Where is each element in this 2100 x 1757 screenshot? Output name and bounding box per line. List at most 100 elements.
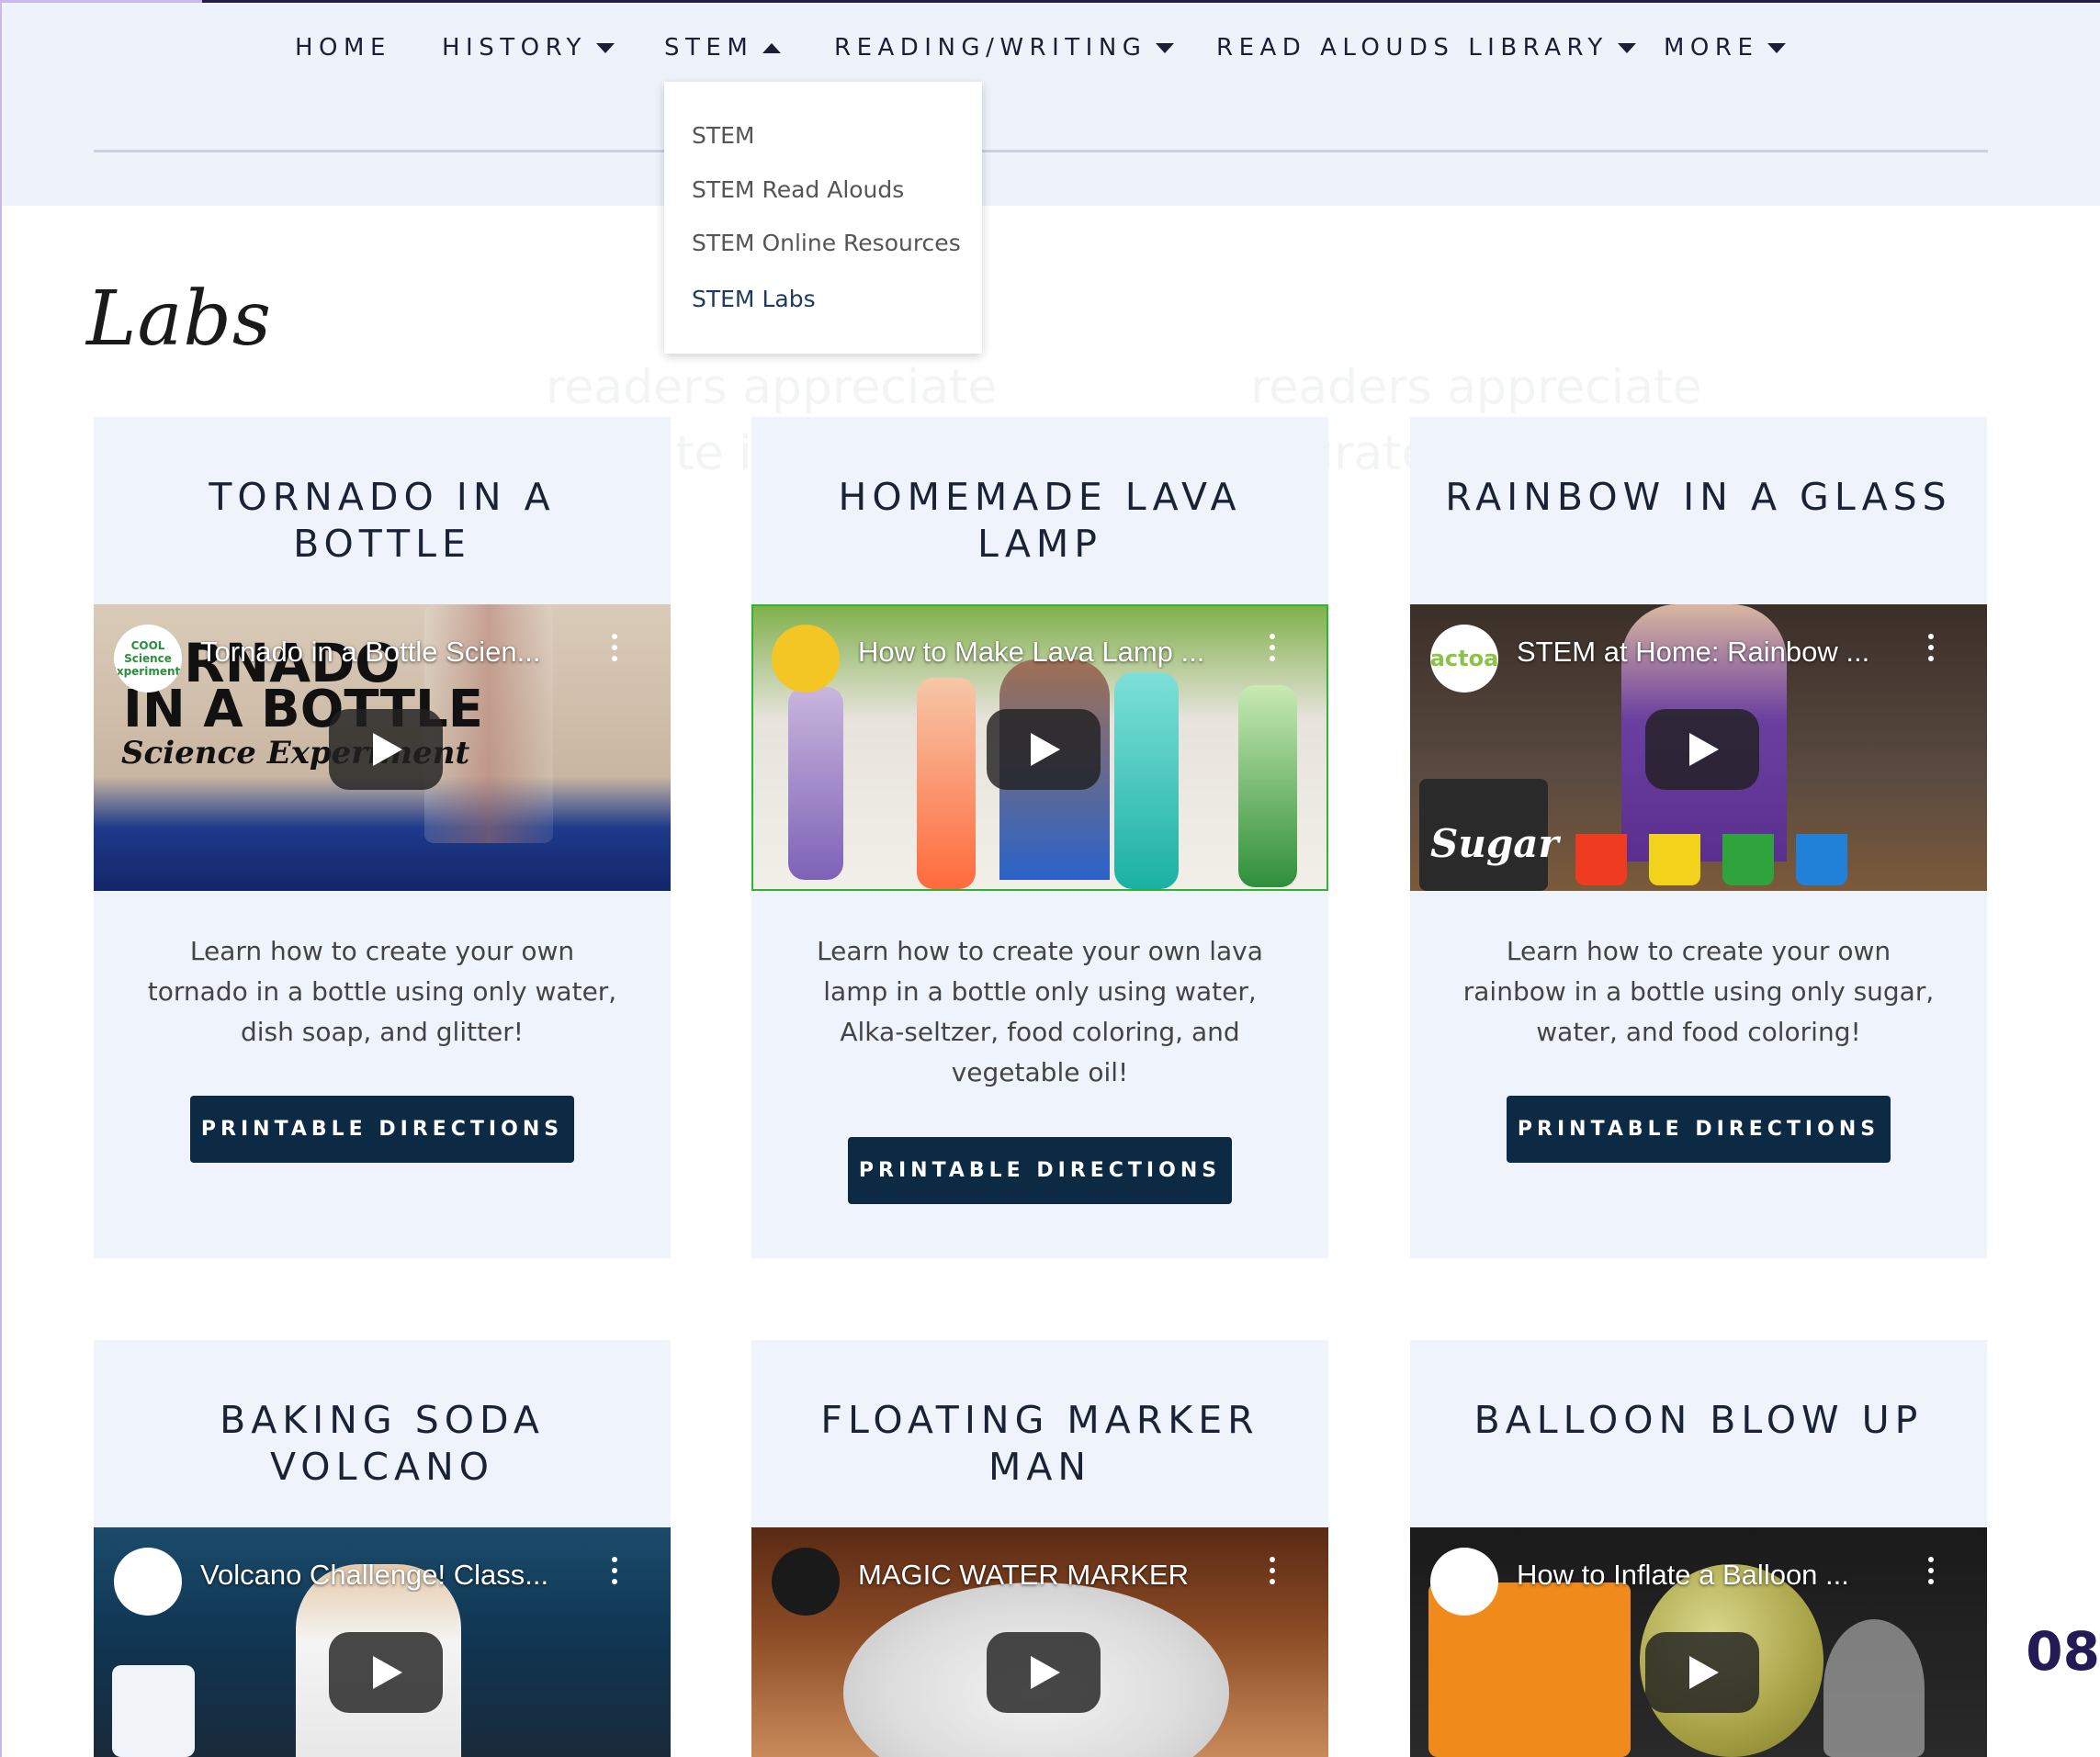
top-border-accent: [0, 0, 202, 3]
video-title[interactable]: Tornado in a Bottle Scien...: [200, 636, 586, 669]
card-title: FLOATING MARKER MAN: [751, 1397, 1328, 1491]
video-embed[interactable]: How to Inflate a Balloon ...: [1410, 1527, 1987, 1757]
channel-avatar[interactable]: actoa: [1430, 625, 1498, 693]
card-title-line: BALLOON BLOW UP: [1473, 1398, 1924, 1442]
card-title-line: HOMEMADE LAVA: [838, 475, 1242, 519]
card-description-line: Learn how to create your own lava: [817, 936, 1263, 966]
channel-avatar[interactable]: [1430, 1548, 1498, 1616]
video-embed[interactable]: Volcano Challenge! Class...: [94, 1527, 671, 1757]
lab-card-marker-man: FLOATING MARKER MAN MAGIC WATER MARKER: [751, 1340, 1328, 1757]
more-vert-icon[interactable]: [612, 1557, 617, 1584]
video-embed[interactable]: Sugar actoa STEM at Home: Rainbow ...: [1410, 604, 1987, 891]
printable-directions-button[interactable]: PRINTABLE DIRECTIONS: [848, 1137, 1232, 1204]
more-vert-icon[interactable]: [612, 634, 617, 661]
video-title[interactable]: STEM at Home: Rainbow ...: [1517, 636, 1902, 669]
bottle-image: [917, 678, 976, 889]
card-description-line: rainbow in a bottle using only sugar,: [1462, 976, 1935, 1007]
card-title-line: VOLCANO: [269, 1445, 495, 1489]
card-description-line: tornado in a bottle using only water,: [147, 976, 617, 1007]
top-border: [0, 0, 2100, 3]
nav-more[interactable]: MORE: [1664, 26, 1787, 70]
ghost-text: readers appreciate: [546, 360, 998, 415]
play-button[interactable]: [1645, 1632, 1759, 1713]
caret-down-icon: [1156, 42, 1175, 53]
play-button[interactable]: [329, 1632, 443, 1713]
card-title: HOMEMADE LAVA LAMP: [751, 474, 1328, 568]
more-vert-icon[interactable]: [1270, 1557, 1275, 1584]
nav-stem-label: STEM: [664, 34, 754, 62]
more-vert-icon[interactable]: [1928, 634, 1934, 661]
channel-avatar[interactable]: COOL Science Experiments: [114, 625, 182, 693]
dropdown-item-stem-read-alouds[interactable]: STEM Read Alouds: [692, 176, 904, 203]
card-title-line: TORNADO IN A: [209, 475, 556, 519]
lab-card-rainbow: RAINBOW IN A GLASS Sugar actoa STEM at H…: [1410, 417, 1987, 1258]
page-title: Labs: [86, 276, 272, 363]
video-embed[interactable]: MAGIC WATER MARKER: [751, 1527, 1328, 1757]
nav-read-alouds-library[interactable]: READ ALOUDS LIBRARY: [1216, 26, 1636, 70]
lab-card-balloon: BALLOON BLOW UP How to Inflate a Balloon…: [1410, 1340, 1987, 1757]
nav-home[interactable]: HOME: [295, 26, 391, 70]
nav-read-alouds-library-label: READ ALOUDS LIBRARY: [1216, 34, 1609, 62]
bottle-image: [788, 687, 843, 880]
card-description-line: lamp in a bottle only using water,: [823, 976, 1257, 1007]
dropdown-item-stem-online-resources[interactable]: STEM Online Resources: [692, 230, 961, 256]
channel-name: COOL Science Experiments: [114, 639, 182, 678]
channel-avatar[interactable]: [772, 1548, 840, 1616]
more-vert-icon[interactable]: [1270, 634, 1275, 661]
bottle-image: [1823, 1619, 1925, 1757]
caret-down-icon: [595, 42, 615, 53]
left-border: [0, 0, 2, 1757]
card-description-line: Learn how to create your own: [189, 936, 575, 966]
nav-stem[interactable]: STEM: [664, 26, 782, 70]
play-button[interactable]: [329, 709, 443, 790]
video-overlay-text: Sugar: [1430, 821, 1559, 866]
page-number: 08: [2026, 1620, 2100, 1683]
channel-avatar[interactable]: [772, 625, 840, 693]
cup-image: [1649, 834, 1700, 885]
play-button[interactable]: [987, 709, 1101, 790]
dropdown-item-stem-labs[interactable]: STEM Labs: [692, 286, 816, 312]
card-title-line: LAMP: [977, 522, 1102, 566]
more-vert-icon[interactable]: [1928, 1557, 1934, 1584]
bottle-image: [112, 1665, 195, 1757]
channel-avatar[interactable]: [114, 1548, 182, 1616]
lab-card-volcano: BAKING SODA VOLCANO Volcano Challenge! C…: [94, 1340, 671, 1757]
card-description: Learn how to create your own lava lamp i…: [788, 931, 1292, 1093]
lab-card-tornado: TORNADO IN A BOTTLE RNADO IN A BOTTLE Sc…: [94, 417, 671, 1258]
card-description-line: dish soap, and glitter!: [240, 1017, 525, 1047]
dropdown-item-stem[interactable]: STEM: [692, 122, 755, 149]
card-description: Learn how to create your own tornado in …: [130, 931, 634, 1053]
card-description-line: vegetable oil!: [951, 1057, 1129, 1087]
nav-reading-writing-label: READING/WRITING: [834, 34, 1147, 62]
main-nav: HOME HISTORY STEM READING/WRITING READ A…: [0, 26, 2100, 70]
printable-directions-button[interactable]: PRINTABLE DIRECTIONS: [190, 1096, 574, 1163]
card-description-line: Learn how to create your own: [1506, 936, 1891, 966]
printable-directions-button[interactable]: PRINTABLE DIRECTIONS: [1507, 1096, 1891, 1163]
cup-image: [1722, 834, 1774, 885]
play-button[interactable]: [987, 1632, 1101, 1713]
card-title-line: RAINBOW IN A GLASS: [1445, 475, 1952, 519]
stem-dropdown-menu: STEM STEM Read Alouds STEM Online Resour…: [664, 82, 982, 354]
ghost-text: readers appreciate: [1250, 360, 1702, 415]
channel-name: actoa: [1430, 646, 1498, 671]
nav-more-label: MORE: [1664, 34, 1759, 62]
play-button[interactable]: [1645, 709, 1759, 790]
card-title-line: FLOATING MARKER: [820, 1398, 1259, 1442]
card-title: RAINBOW IN A GLASS: [1410, 474, 1987, 521]
video-title[interactable]: How to Inflate a Balloon ...: [1517, 1559, 1902, 1592]
header-divider: [94, 150, 1988, 152]
card-title: BALLOON BLOW UP: [1410, 1397, 1987, 1444]
video-title[interactable]: Volcano Challenge! Class...: [200, 1559, 586, 1592]
cup-image: [1575, 834, 1627, 885]
video-title[interactable]: How to Make Lava Lamp ...: [858, 636, 1244, 669]
nav-history[interactable]: HISTORY: [442, 26, 615, 70]
nav-reading-writing[interactable]: READING/WRITING: [834, 26, 1175, 70]
caret-up-icon: [762, 42, 782, 53]
video-title[interactable]: MAGIC WATER MARKER: [858, 1559, 1244, 1592]
card-title-line: BOTTLE: [293, 522, 471, 566]
card-title: BAKING SODA VOLCANO: [94, 1397, 671, 1491]
video-embed[interactable]: RNADO IN A BOTTLE Science Experiment COO…: [94, 604, 671, 891]
cup-image: [1796, 834, 1847, 885]
lab-card-lava-lamp: HOMEMADE LAVA LAMP How to Make Lava Lamp…: [751, 417, 1328, 1258]
video-embed[interactable]: How to Make Lava Lamp ...: [751, 604, 1328, 891]
